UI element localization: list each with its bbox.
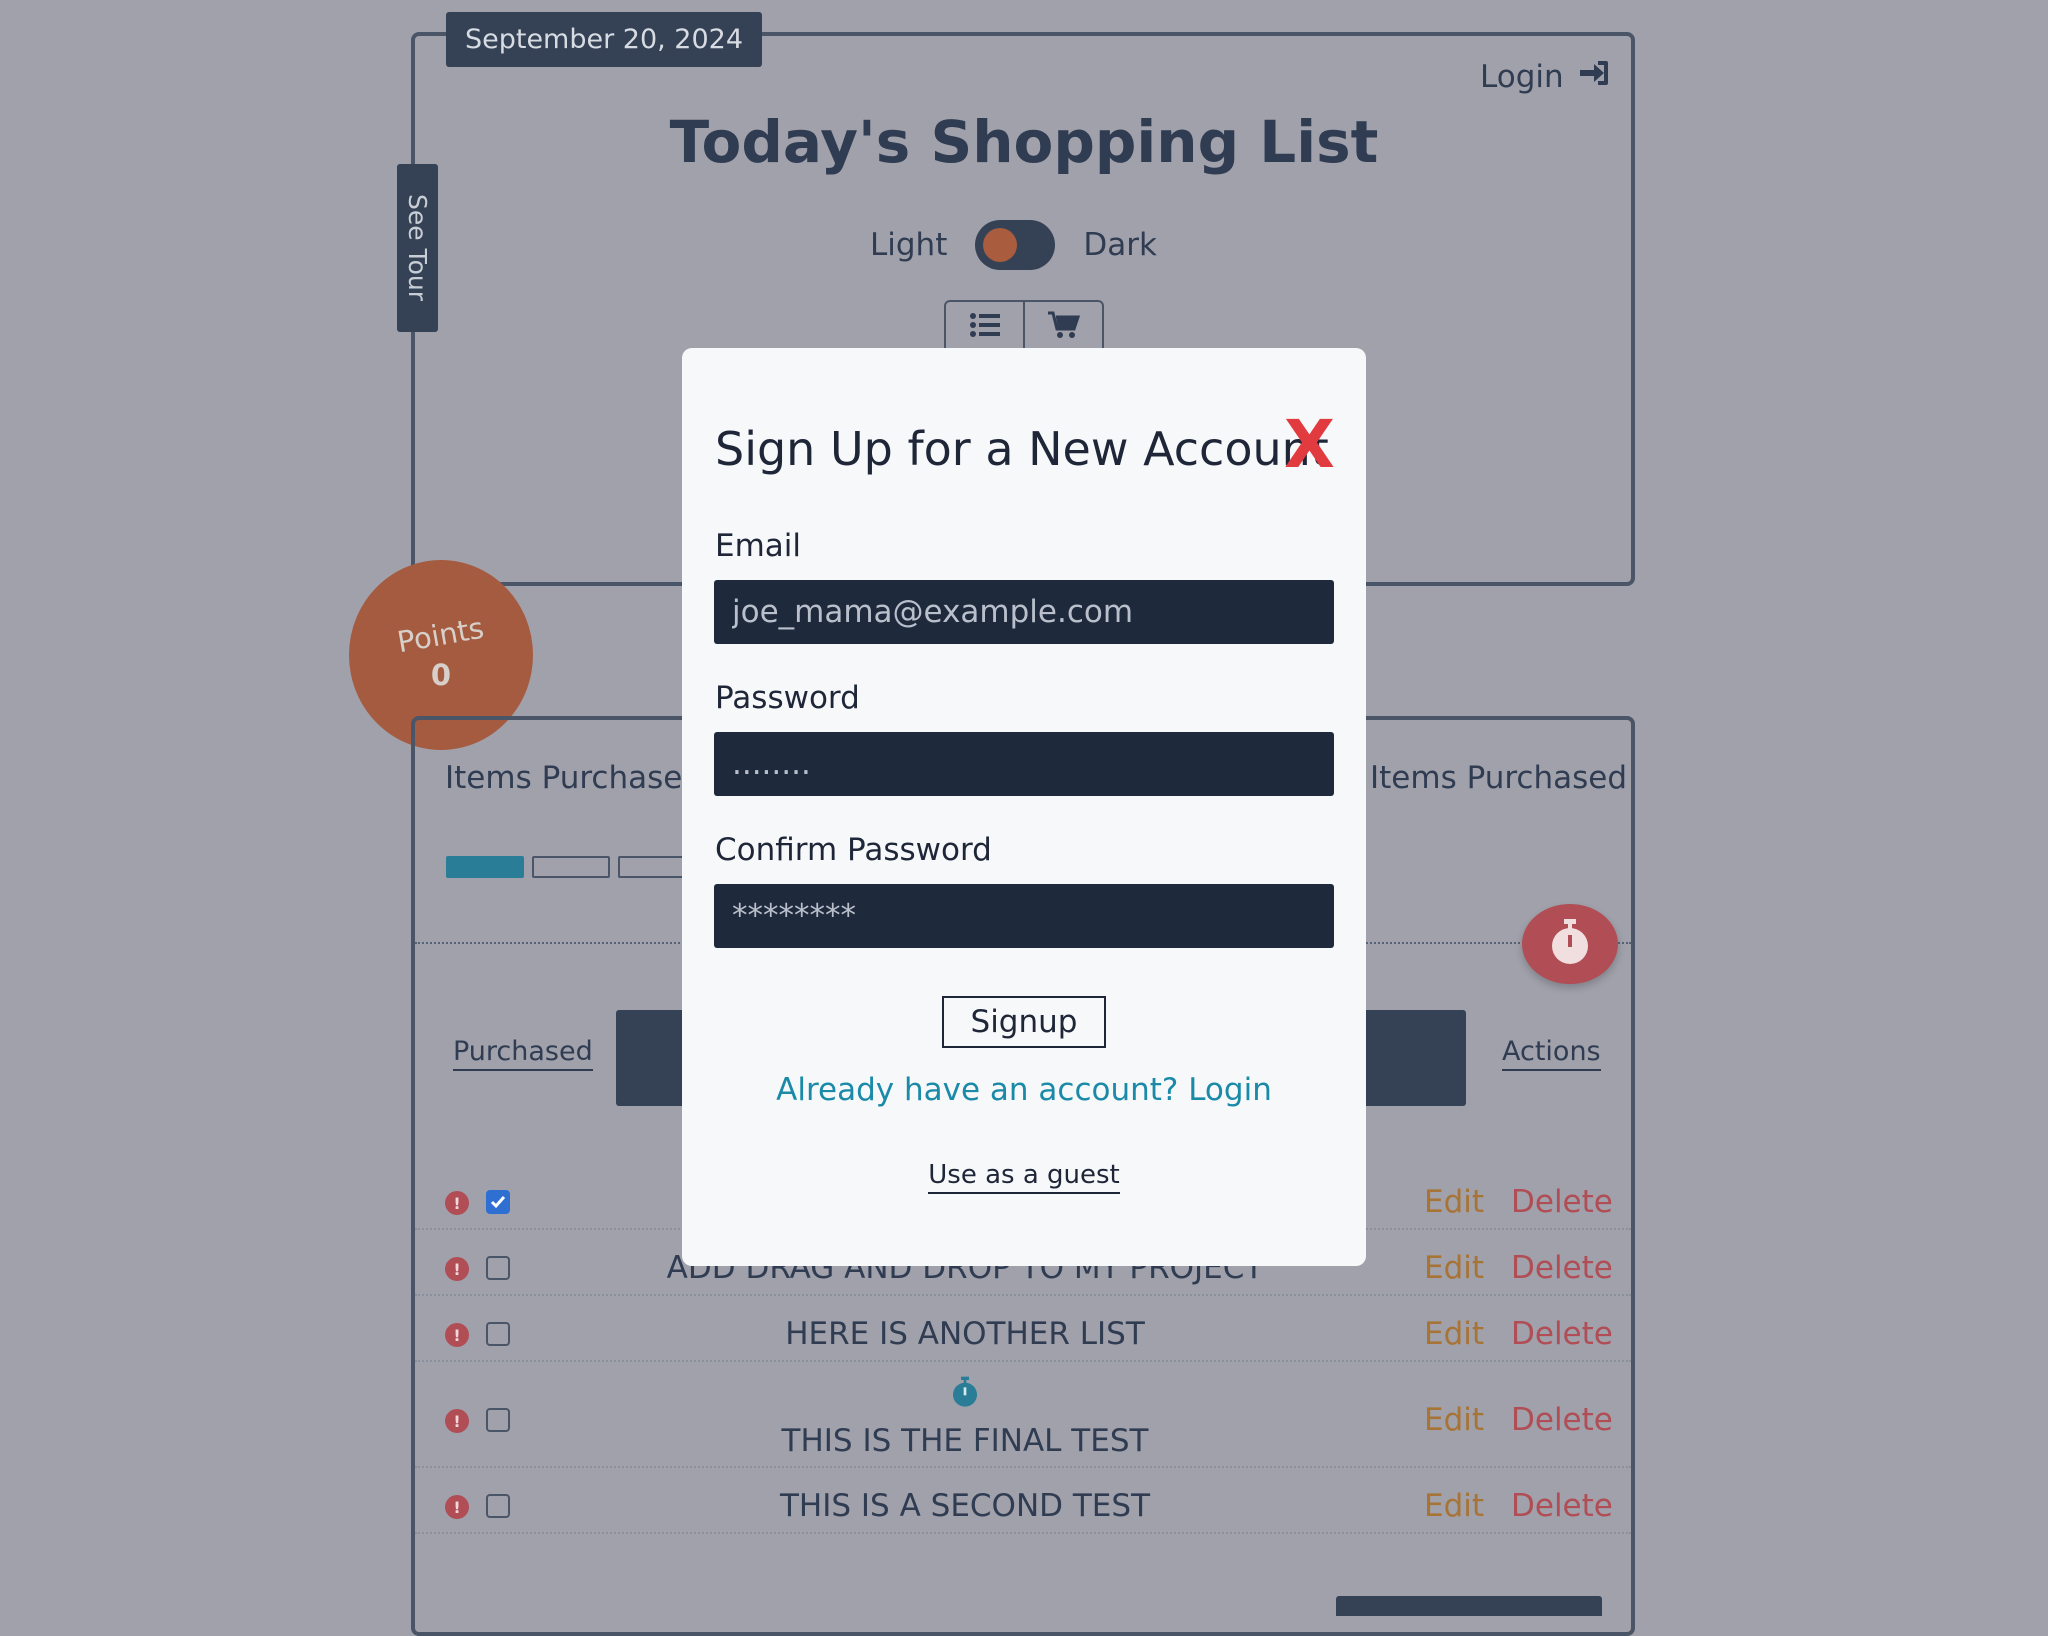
purchased-checkbox[interactable] (486, 1190, 510, 1214)
guest-link[interactable]: Use as a guest (682, 1160, 1366, 1194)
cart-view-button[interactable] (1023, 302, 1102, 352)
list-view-button[interactable] (946, 302, 1023, 352)
list-icon (969, 312, 1000, 342)
close-button[interactable]: X (1284, 412, 1335, 478)
points-label: Points (395, 610, 487, 660)
theme-light-label: Light (870, 227, 948, 263)
modal-title: Sign Up for a New Account (715, 422, 1329, 476)
page-title: Today's Shopping List (669, 108, 1379, 176)
login-switch-link[interactable]: Already have an account? Login (682, 1072, 1366, 1108)
edit-link[interactable]: Edit (1424, 1488, 1484, 1524)
delete-link[interactable]: Delete (1511, 1184, 1613, 1220)
edit-link[interactable]: Edit (1424, 1250, 1484, 1286)
item-name: THIS IS A SECOND TEST (779, 1488, 1151, 1524)
date-tab: September 20, 2024 (446, 12, 762, 67)
edit-link[interactable]: Edit (1424, 1402, 1484, 1438)
check-icon (490, 1196, 506, 1209)
item-name: THIS IS THE FINAL TEST (781, 1423, 1149, 1459)
edit-link[interactable]: Edit (1424, 1316, 1484, 1352)
guest-label: Use as a guest (928, 1160, 1120, 1194)
login-link[interactable]: Login (1480, 54, 1610, 100)
theme-switcher: Light Dark (870, 218, 1157, 272)
alert-icon: ! (445, 1191, 469, 1215)
delete-link[interactable]: Delete (1511, 1250, 1613, 1286)
stopwatch-icon (1549, 919, 1591, 969)
table-row: ! THIS IS A SECOND TEST Edit Delete (415, 1482, 1631, 1534)
progress-bar (446, 856, 696, 878)
confirm-password-field[interactable] (714, 884, 1334, 948)
sign-in-icon (1578, 59, 1610, 95)
cart-icon (1047, 311, 1080, 343)
password-field[interactable] (714, 732, 1334, 796)
delete-link[interactable]: Delete (1511, 1488, 1613, 1524)
timer-button[interactable] (1522, 904, 1618, 984)
bottom-action-button[interactable] (1336, 1596, 1602, 1616)
delete-link[interactable]: Delete (1511, 1402, 1613, 1438)
item-name: HERE IS ANOTHER LIST (785, 1316, 1145, 1352)
password-label: Password (715, 680, 860, 716)
toggle-knob (983, 228, 1018, 262)
confirm-password-label: Confirm Password (715, 832, 992, 868)
email-field[interactable] (714, 580, 1334, 644)
signup-modal: Sign Up for a New Account X Email Passwo… (682, 348, 1366, 1266)
app-root: September 20, 2024 Login Today's Shoppin… (0, 0, 2048, 1636)
column-header-actions[interactable]: Actions (1502, 1036, 1601, 1071)
items-purchased-label-right: Items Purchased (1370, 760, 1628, 796)
progress-segment (446, 856, 524, 878)
login-label: Login (1480, 59, 1564, 95)
theme-toggle[interactable] (975, 220, 1056, 270)
view-switcher (944, 300, 1104, 352)
column-header-purchased[interactable]: Purchased (453, 1036, 593, 1071)
stopwatch-icon (951, 1376, 979, 1412)
points-value: 0 (430, 658, 452, 692)
see-tour-label: See Tour (403, 194, 432, 302)
table-row: ! THIS IS THE FINAL TEST Edit Delete (415, 1376, 1631, 1468)
edit-link[interactable]: Edit (1424, 1184, 1484, 1220)
items-purchased-label-left: Items Purchased (445, 760, 703, 796)
email-label: Email (715, 528, 802, 564)
progress-segment (532, 856, 610, 878)
theme-dark-label: Dark (1083, 227, 1157, 263)
delete-link[interactable]: Delete (1511, 1316, 1613, 1352)
see-tour-button[interactable]: See Tour (397, 164, 438, 332)
signup-button[interactable]: Signup (942, 996, 1106, 1048)
table-row: ! HERE IS ANOTHER LIST Edit Delete (415, 1310, 1631, 1362)
